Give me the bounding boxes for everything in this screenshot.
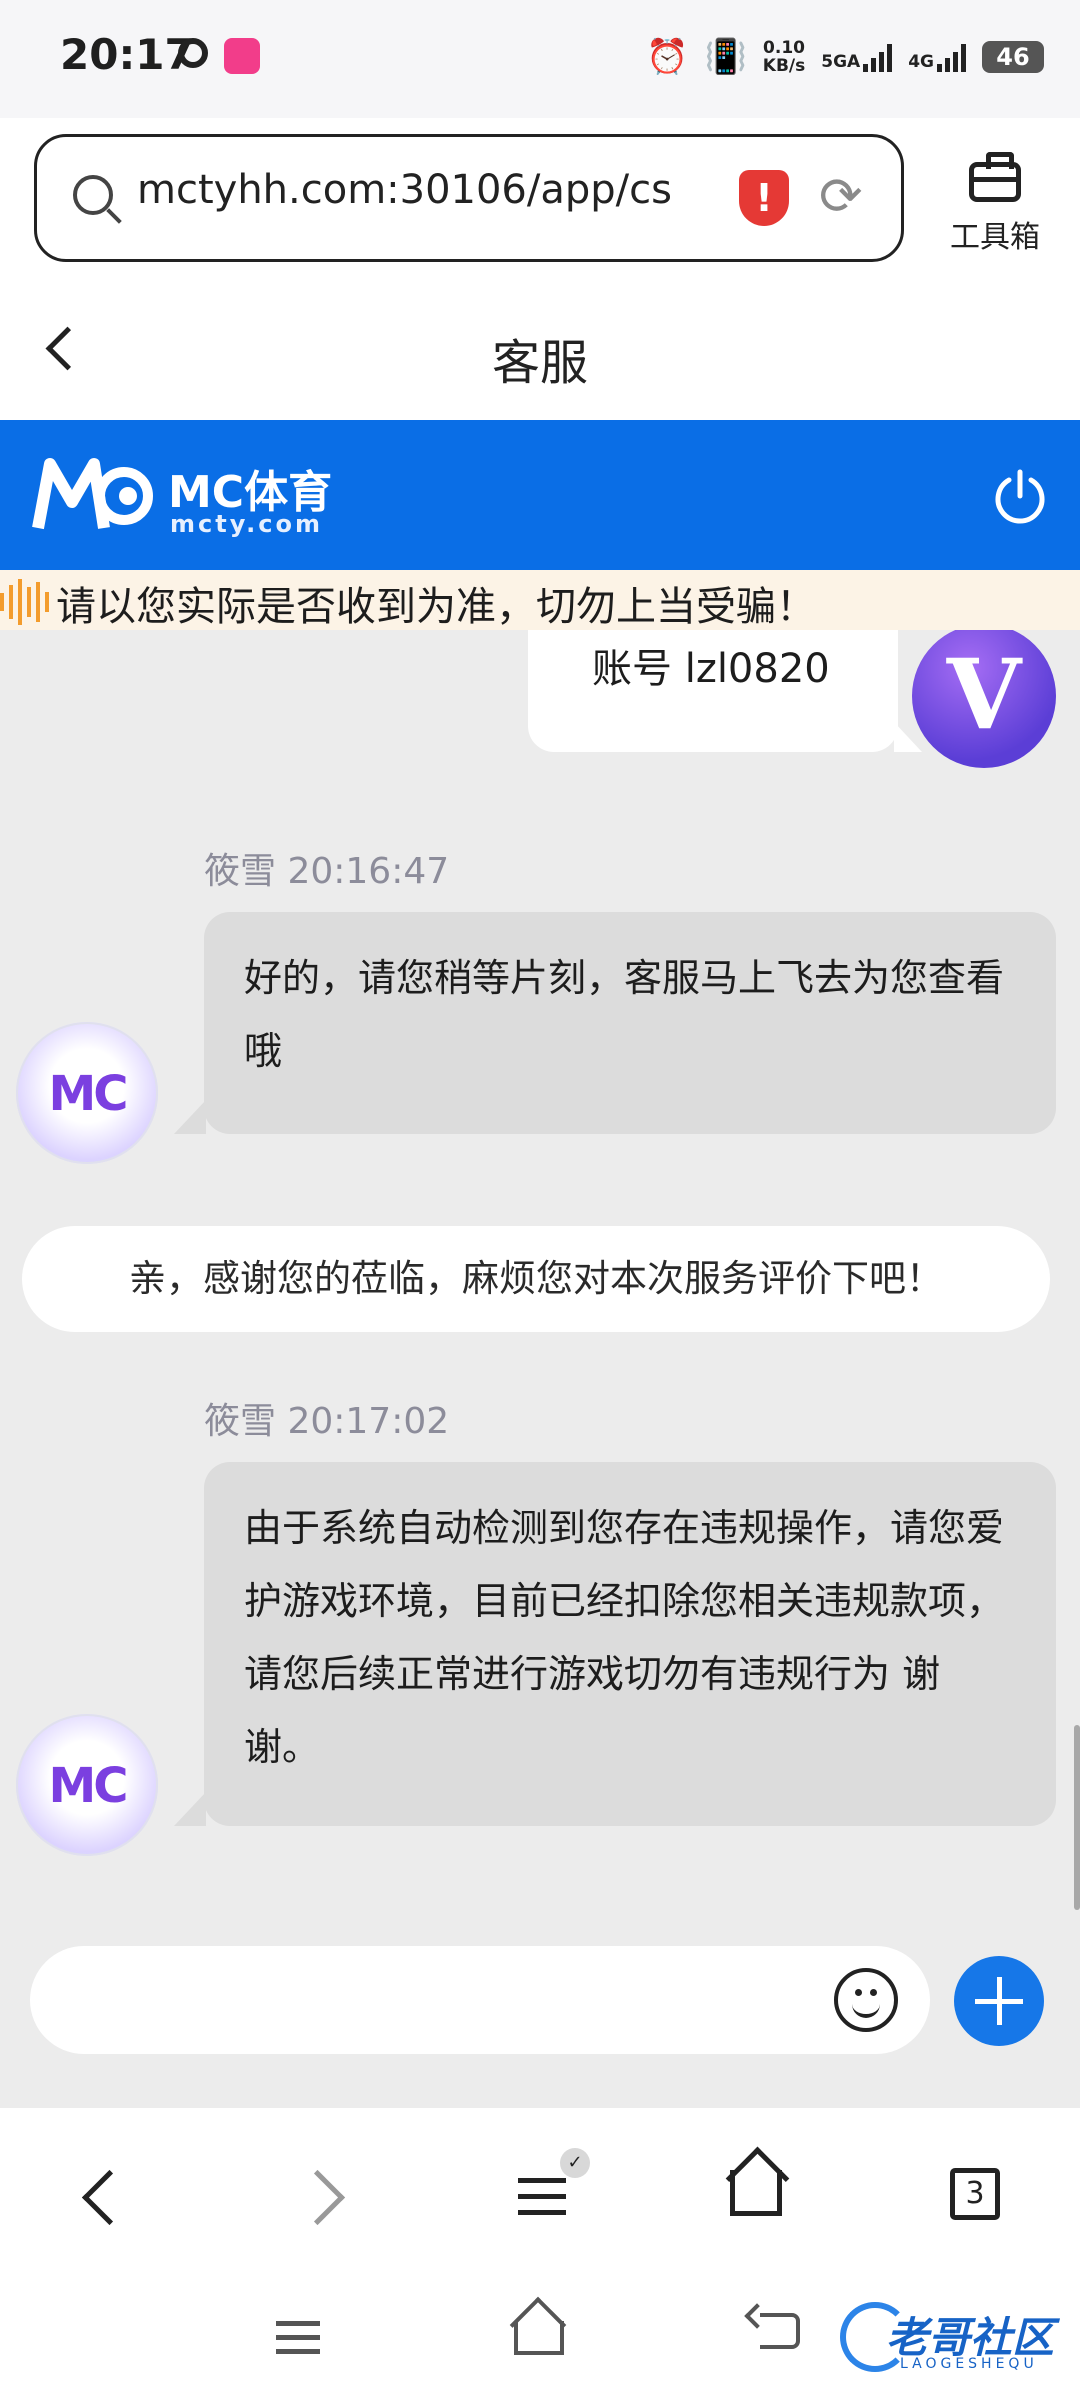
status-bar: 20:17 ⏰ 📳 0.10 KB/s 5GA 4G 46 bbox=[0, 0, 1080, 118]
signal-4g: 4G bbox=[908, 42, 966, 72]
browser-home-button[interactable] bbox=[706, 2146, 806, 2248]
speaker-wave-icon bbox=[0, 579, 49, 625]
reload-icon[interactable]: ⟳ bbox=[819, 167, 863, 227]
add-attachment-button[interactable] bbox=[954, 1956, 1044, 2046]
notice-bar: 请以您实际是否收到为准，切勿上当受骗！ bbox=[0, 570, 1080, 630]
signal-5ga: 5GA bbox=[821, 42, 893, 72]
browser-forward-button[interactable] bbox=[272, 2148, 372, 2248]
net-speed: 0.10 KB/s bbox=[763, 39, 805, 75]
briefcase-icon bbox=[969, 152, 1021, 202]
network-label-1: 5GA bbox=[821, 52, 861, 72]
message-meta: 筱雪 20:17:02 bbox=[204, 1392, 449, 1444]
message-meta: 筱雪 20:16:47 bbox=[204, 842, 449, 894]
message-composer bbox=[0, 1910, 1080, 2108]
rating-prompt[interactable]: 亲，感谢您的莅临，麻烦您对本次服务评价下吧！ bbox=[22, 1226, 1050, 1332]
browser-navigation-bar: ✓ 3 bbox=[0, 2108, 1080, 2283]
message-input[interactable] bbox=[30, 1946, 930, 2054]
message-time: 20:17:02 bbox=[287, 1401, 450, 1442]
browser-menu-button[interactable]: ✓ bbox=[490, 2148, 590, 2248]
check-badge-icon: ✓ bbox=[560, 2148, 590, 2178]
net-speed-unit: KB/s bbox=[762, 56, 806, 76]
browser-back-button[interactable] bbox=[52, 2148, 152, 2248]
brand-url: mcty.com bbox=[170, 510, 323, 538]
q-app-icon bbox=[178, 38, 208, 68]
page-header: 客服 bbox=[0, 283, 1080, 420]
chat-area[interactable]: 账号 lzl0820 V 筱雪 20:16:47 好的，请您稍等片刻，客服马上飞… bbox=[0, 630, 1080, 1910]
status-time: 20:17 bbox=[60, 30, 194, 79]
system-home-button[interactable] bbox=[514, 2321, 564, 2355]
url-text[interactable]: mctyhh.com:30106/app/cs bbox=[137, 167, 672, 213]
notice-text: 请以您实际是否收到为准，切勿上当受骗！ bbox=[56, 584, 816, 630]
brand-header: MC体育 mcty.com bbox=[0, 420, 1080, 570]
net-speed-value: 0.10 bbox=[763, 38, 805, 58]
agent-avatar-text: MC bbox=[48, 1758, 129, 1814]
security-shield-icon[interactable]: ! bbox=[739, 170, 789, 226]
watermark-subtext: LAOGESHEQU bbox=[900, 2356, 1038, 2372]
signal-icon bbox=[937, 42, 966, 72]
status-indicators: ⏰ 📳 0.10 KB/s 5GA 4G 46 bbox=[646, 32, 1044, 82]
signal-icon bbox=[863, 42, 893, 72]
power-icon[interactable] bbox=[992, 468, 1048, 524]
user-avatar: V bbox=[912, 630, 1056, 768]
system-back-button[interactable] bbox=[760, 2313, 800, 2349]
brand-logo-icon bbox=[32, 458, 153, 530]
page-title: 客服 bbox=[491, 335, 588, 391]
agent-avatar: MC bbox=[16, 1714, 158, 1856]
message-time: 20:16:47 bbox=[287, 851, 450, 892]
sender-name: 筱雪 bbox=[204, 1401, 277, 1442]
browser-tabs-button[interactable]: 3 bbox=[922, 2148, 1022, 2248]
user-avatar-letter: V bbox=[946, 638, 1022, 751]
tabs-count: 3 bbox=[950, 2168, 1000, 2220]
agent-message-text: 由于系统自动检测到您存在违规操作，请您爱护游戏环境，目前已经扣除您相关违规款项，… bbox=[244, 1506, 1005, 1769]
agent-message-bubble: 由于系统自动检测到您存在违规操作，请您爱护游戏环境，目前已经扣除您相关违规款项，… bbox=[174, 1462, 1056, 1826]
network-label-2: 4G bbox=[908, 52, 934, 72]
browser-address-bar: mctyhh.com:30106/app/cs ! ⟳ 工具箱 bbox=[0, 118, 1080, 283]
toolbox-label: 工具箱 bbox=[950, 220, 1040, 255]
alarm-icon: ⏰ bbox=[646, 37, 689, 77]
toolbox-button[interactable]: 工具箱 bbox=[930, 144, 1060, 255]
url-field[interactable]: mctyhh.com:30106/app/cs ! ⟳ bbox=[34, 134, 904, 262]
agent-avatar-text: MC bbox=[48, 1066, 129, 1122]
user-message-text: 账号 lzl0820 bbox=[592, 646, 830, 692]
emoji-icon[interactable] bbox=[834, 1968, 898, 2032]
search-icon bbox=[73, 175, 113, 215]
user-message-bubble: 账号 lzl0820 bbox=[528, 630, 922, 752]
watermark-logo: 老哥社区 LAOGESHEQU bbox=[840, 2300, 1070, 2380]
agent-avatar: MC bbox=[16, 1022, 158, 1164]
vibrate-icon: 📳 bbox=[704, 37, 747, 77]
agent-message-text: 好的，请您稍等片刻，客服马上飞去为您查看哦 bbox=[244, 956, 1005, 1073]
pink-app-icon bbox=[224, 38, 260, 74]
recent-apps-button[interactable] bbox=[276, 2315, 320, 2359]
battery-icon: 46 bbox=[982, 41, 1044, 73]
scrollbar[interactable] bbox=[1074, 1725, 1080, 1910]
sender-name: 筱雪 bbox=[204, 851, 277, 892]
agent-message-bubble: 好的，请您稍等片刻，客服马上飞去为您查看哦 bbox=[174, 912, 1056, 1134]
